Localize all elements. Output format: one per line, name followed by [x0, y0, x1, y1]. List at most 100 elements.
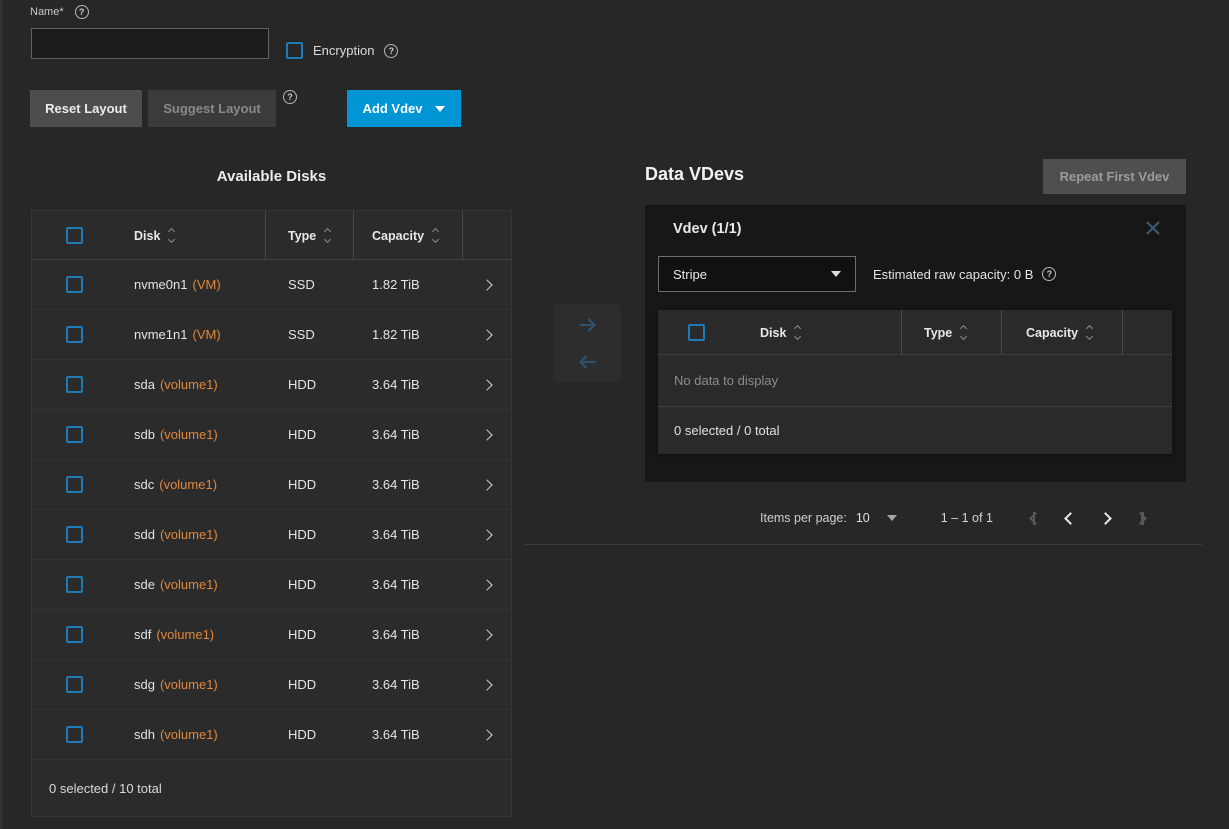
disk-type: SSD [266, 327, 354, 342]
row-checkbox[interactable] [66, 426, 83, 443]
row-checkbox[interactable] [66, 676, 83, 693]
row-expand-chevron-icon[interactable] [481, 529, 492, 540]
vdev-column-header-capacity[interactable]: Capacity [1002, 310, 1123, 355]
available-disks-table: Disk Type Capacity nvme0n1 (VM) SSD 1.82 … [31, 210, 512, 817]
paginator: Items per page: 10 1 – 1 of 1 [760, 500, 1144, 536]
sort-icon [1087, 326, 1092, 339]
row-expand-chevron-icon[interactable] [481, 379, 492, 390]
repeat-first-vdev-button: Repeat First Vdev [1043, 159, 1186, 194]
selected-count: 0 selected / 10 total [49, 781, 162, 796]
last-page-button [1136, 512, 1143, 525]
vdev-layout-select[interactable]: Stripe [658, 256, 856, 292]
disk-name: nvme1n1 [134, 327, 187, 342]
sort-icon [325, 229, 330, 242]
disk-name: sdh [134, 727, 155, 742]
encryption-help-icon[interactable]: ? [384, 44, 398, 58]
sort-icon [433, 229, 438, 242]
disk-annotation: (volume1) [160, 577, 218, 592]
row-checkbox[interactable] [66, 626, 83, 643]
encryption-row: Encryption ? [286, 42, 398, 59]
items-per-page-label: Items per page: [760, 511, 847, 525]
disk-type: HDD [266, 527, 354, 542]
row-expand-chevron-icon[interactable] [481, 579, 492, 590]
vdev-column-header-disk[interactable]: Disk [734, 310, 902, 355]
sort-icon [961, 326, 966, 339]
column-header-type[interactable]: Type [266, 211, 354, 260]
vdev-column-header-type[interactable]: Type [902, 310, 1002, 355]
table-row: sdf(volume1) HDD 3.64 TiB [32, 610, 511, 660]
disk-annotation: (volume1) [160, 427, 218, 442]
table-row: sdg(volume1) HDD 3.64 TiB [32, 660, 511, 710]
estimated-capacity-line: Estimated raw capacity: 0 B ? [873, 256, 1056, 292]
table-row: sdb(volume1) HDD 3.64 TiB [32, 410, 511, 460]
column-header-capacity[interactable]: Capacity [354, 211, 463, 260]
table-row: sdc(volume1) HDD 3.64 TiB [32, 460, 511, 510]
name-help-icon[interactable]: ? [75, 5, 89, 19]
disk-annotation: (volume1) [159, 477, 217, 492]
row-expand-chevron-icon[interactable] [481, 629, 492, 640]
reset-layout-button[interactable]: Reset Layout [30, 90, 142, 127]
row-expand-chevron-icon[interactable] [481, 329, 492, 340]
row-checkbox[interactable] [66, 726, 83, 743]
column-header-disk[interactable]: Disk [116, 211, 266, 260]
disk-annotation: (VM) [192, 277, 220, 292]
encryption-checkbox[interactable] [286, 42, 303, 59]
next-page-button[interactable] [1101, 514, 1110, 523]
disk-name: sde [134, 577, 155, 592]
vdev-empty-message: No data to display [658, 355, 1172, 407]
disk-type: HDD [266, 677, 354, 692]
table-row: sde(volume1) HDD 3.64 TiB [32, 560, 511, 610]
table-row: nvme1n1(VM) SSD 1.82 TiB [32, 310, 511, 360]
move-right-arrow-button[interactable] [574, 309, 601, 341]
add-vdev-button[interactable]: Add Vdev [347, 90, 461, 127]
row-expand-chevron-icon[interactable] [481, 479, 492, 490]
name-label: Name* [30, 6, 64, 18]
disk-capacity: 1.82 TiB [354, 327, 463, 342]
disk-type: HDD [266, 377, 354, 392]
suggest-layout-button: Suggest Layout [148, 90, 276, 127]
row-expand-chevron-icon[interactable] [481, 679, 492, 690]
row-checkbox[interactable] [66, 526, 83, 543]
move-left-arrow-button[interactable] [574, 346, 601, 378]
items-per-page-value[interactable]: 10 [856, 511, 870, 525]
disk-capacity: 3.64 TiB [354, 527, 463, 542]
row-expand-chevron-icon[interactable] [481, 279, 492, 290]
vdev-card: Vdev (1/1) Stripe Estimated raw capacity… [645, 205, 1186, 482]
arrow-right-icon [574, 313, 601, 337]
disk-name: sdf [134, 627, 151, 642]
close-icon[interactable] [1143, 218, 1163, 238]
vdev-select-all-checkbox[interactable] [688, 324, 705, 341]
available-disks-footer: 0 selected / 10 total [32, 760, 511, 816]
row-checkbox[interactable] [66, 576, 83, 593]
disk-name: sdb [134, 427, 155, 442]
items-per-page-caret-icon[interactable] [887, 515, 897, 521]
page-range-label: 1 – 1 of 1 [941, 511, 993, 525]
data-vdevs-title: Data VDevs [645, 164, 744, 185]
row-checkbox[interactable] [66, 476, 83, 493]
previous-page-button[interactable] [1066, 514, 1075, 523]
name-field-header: Name* ? [30, 5, 89, 19]
disk-capacity: 3.64 TiB [354, 477, 463, 492]
disk-annotation: (volume1) [160, 727, 218, 742]
vdev-layout-value: Stripe [673, 267, 707, 282]
row-checkbox[interactable] [66, 326, 83, 343]
disk-capacity: 3.64 TiB [354, 377, 463, 392]
row-checkbox[interactable] [66, 276, 83, 293]
row-expand-chevron-icon[interactable] [481, 729, 492, 740]
disk-capacity: 3.64 TiB [354, 627, 463, 642]
capacity-help-icon[interactable]: ? [1042, 267, 1056, 281]
disk-name: nvme0n1 [134, 277, 187, 292]
disk-annotation: (volume1) [156, 627, 214, 642]
disk-name: sda [134, 377, 155, 392]
name-input[interactable] [31, 28, 269, 59]
available-disks-title: Available Disks [31, 168, 512, 185]
table-row: nvme0n1(VM) SSD 1.82 TiB [32, 260, 511, 310]
disk-capacity: 1.82 TiB [354, 277, 463, 292]
row-expand-chevron-icon[interactable] [481, 429, 492, 440]
disk-name: sdg [134, 677, 155, 692]
disk-type: HDD [266, 477, 354, 492]
row-checkbox[interactable] [66, 376, 83, 393]
select-all-checkbox[interactable] [66, 227, 83, 244]
layout-help-icon[interactable]: ? [283, 90, 297, 104]
disk-capacity: 3.64 TiB [354, 677, 463, 692]
